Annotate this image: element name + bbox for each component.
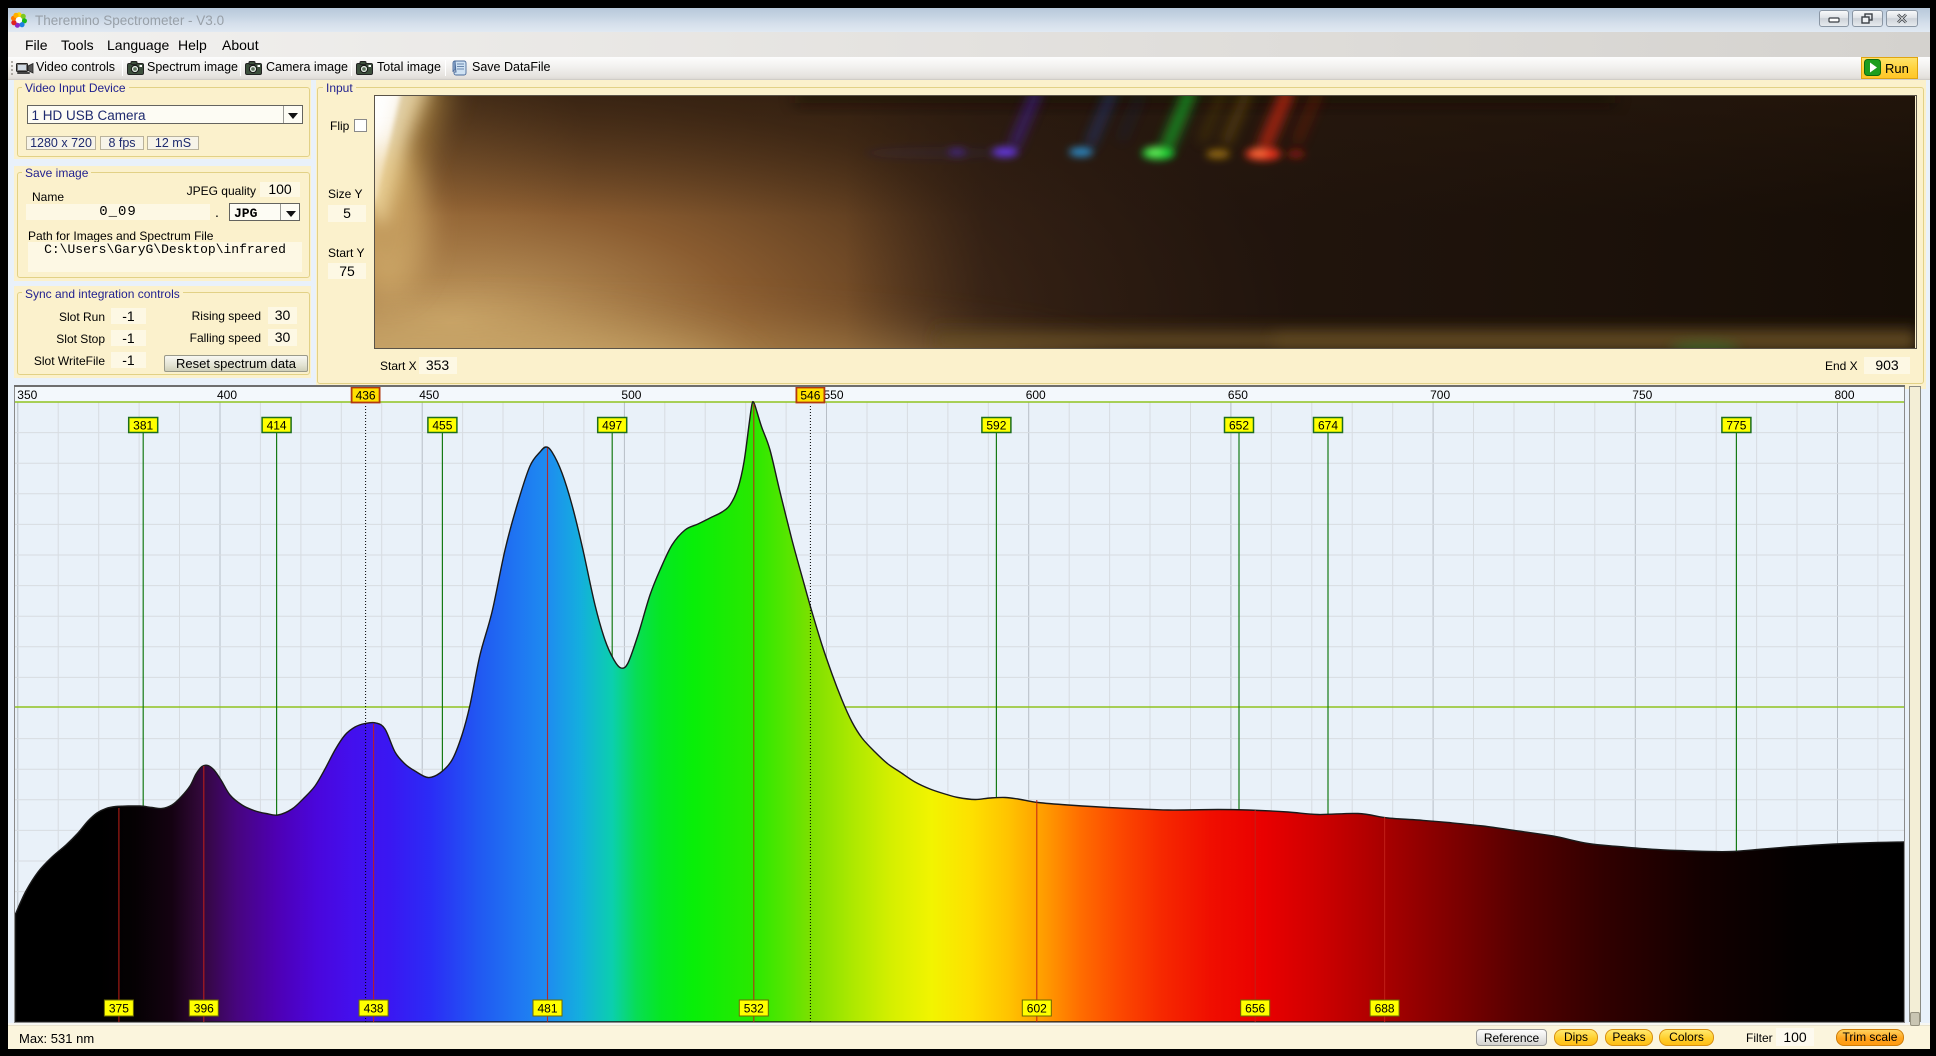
svg-text:500: 500 <box>621 388 641 402</box>
svg-text:700: 700 <box>1430 388 1450 402</box>
svg-text:414: 414 <box>267 419 287 433</box>
svg-text:436: 436 <box>356 389 376 403</box>
svg-text:800: 800 <box>1835 388 1855 402</box>
svg-text:750: 750 <box>1632 388 1652 402</box>
svg-text:400: 400 <box>217 388 237 402</box>
svg-text:592: 592 <box>986 419 1006 433</box>
svg-text:656: 656 <box>1245 1002 1265 1016</box>
svg-text:600: 600 <box>1026 388 1046 402</box>
svg-text:455: 455 <box>432 419 452 433</box>
svg-text:688: 688 <box>1375 1002 1395 1016</box>
svg-text:450: 450 <box>419 388 439 402</box>
svg-text:350: 350 <box>17 388 37 402</box>
svg-text:550: 550 <box>824 388 844 402</box>
svg-text:602: 602 <box>1027 1002 1047 1016</box>
svg-text:396: 396 <box>194 1002 214 1016</box>
svg-text:652: 652 <box>1229 419 1249 433</box>
svg-text:775: 775 <box>1726 419 1746 433</box>
svg-text:546: 546 <box>800 389 820 403</box>
svg-text:674: 674 <box>1318 419 1338 433</box>
svg-text:497: 497 <box>602 419 622 433</box>
svg-text:481: 481 <box>537 1002 557 1016</box>
svg-text:381: 381 <box>133 419 153 433</box>
svg-text:438: 438 <box>364 1002 384 1016</box>
svg-text:650: 650 <box>1228 388 1248 402</box>
svg-text:375: 375 <box>109 1002 129 1016</box>
svg-text:532: 532 <box>744 1002 764 1016</box>
